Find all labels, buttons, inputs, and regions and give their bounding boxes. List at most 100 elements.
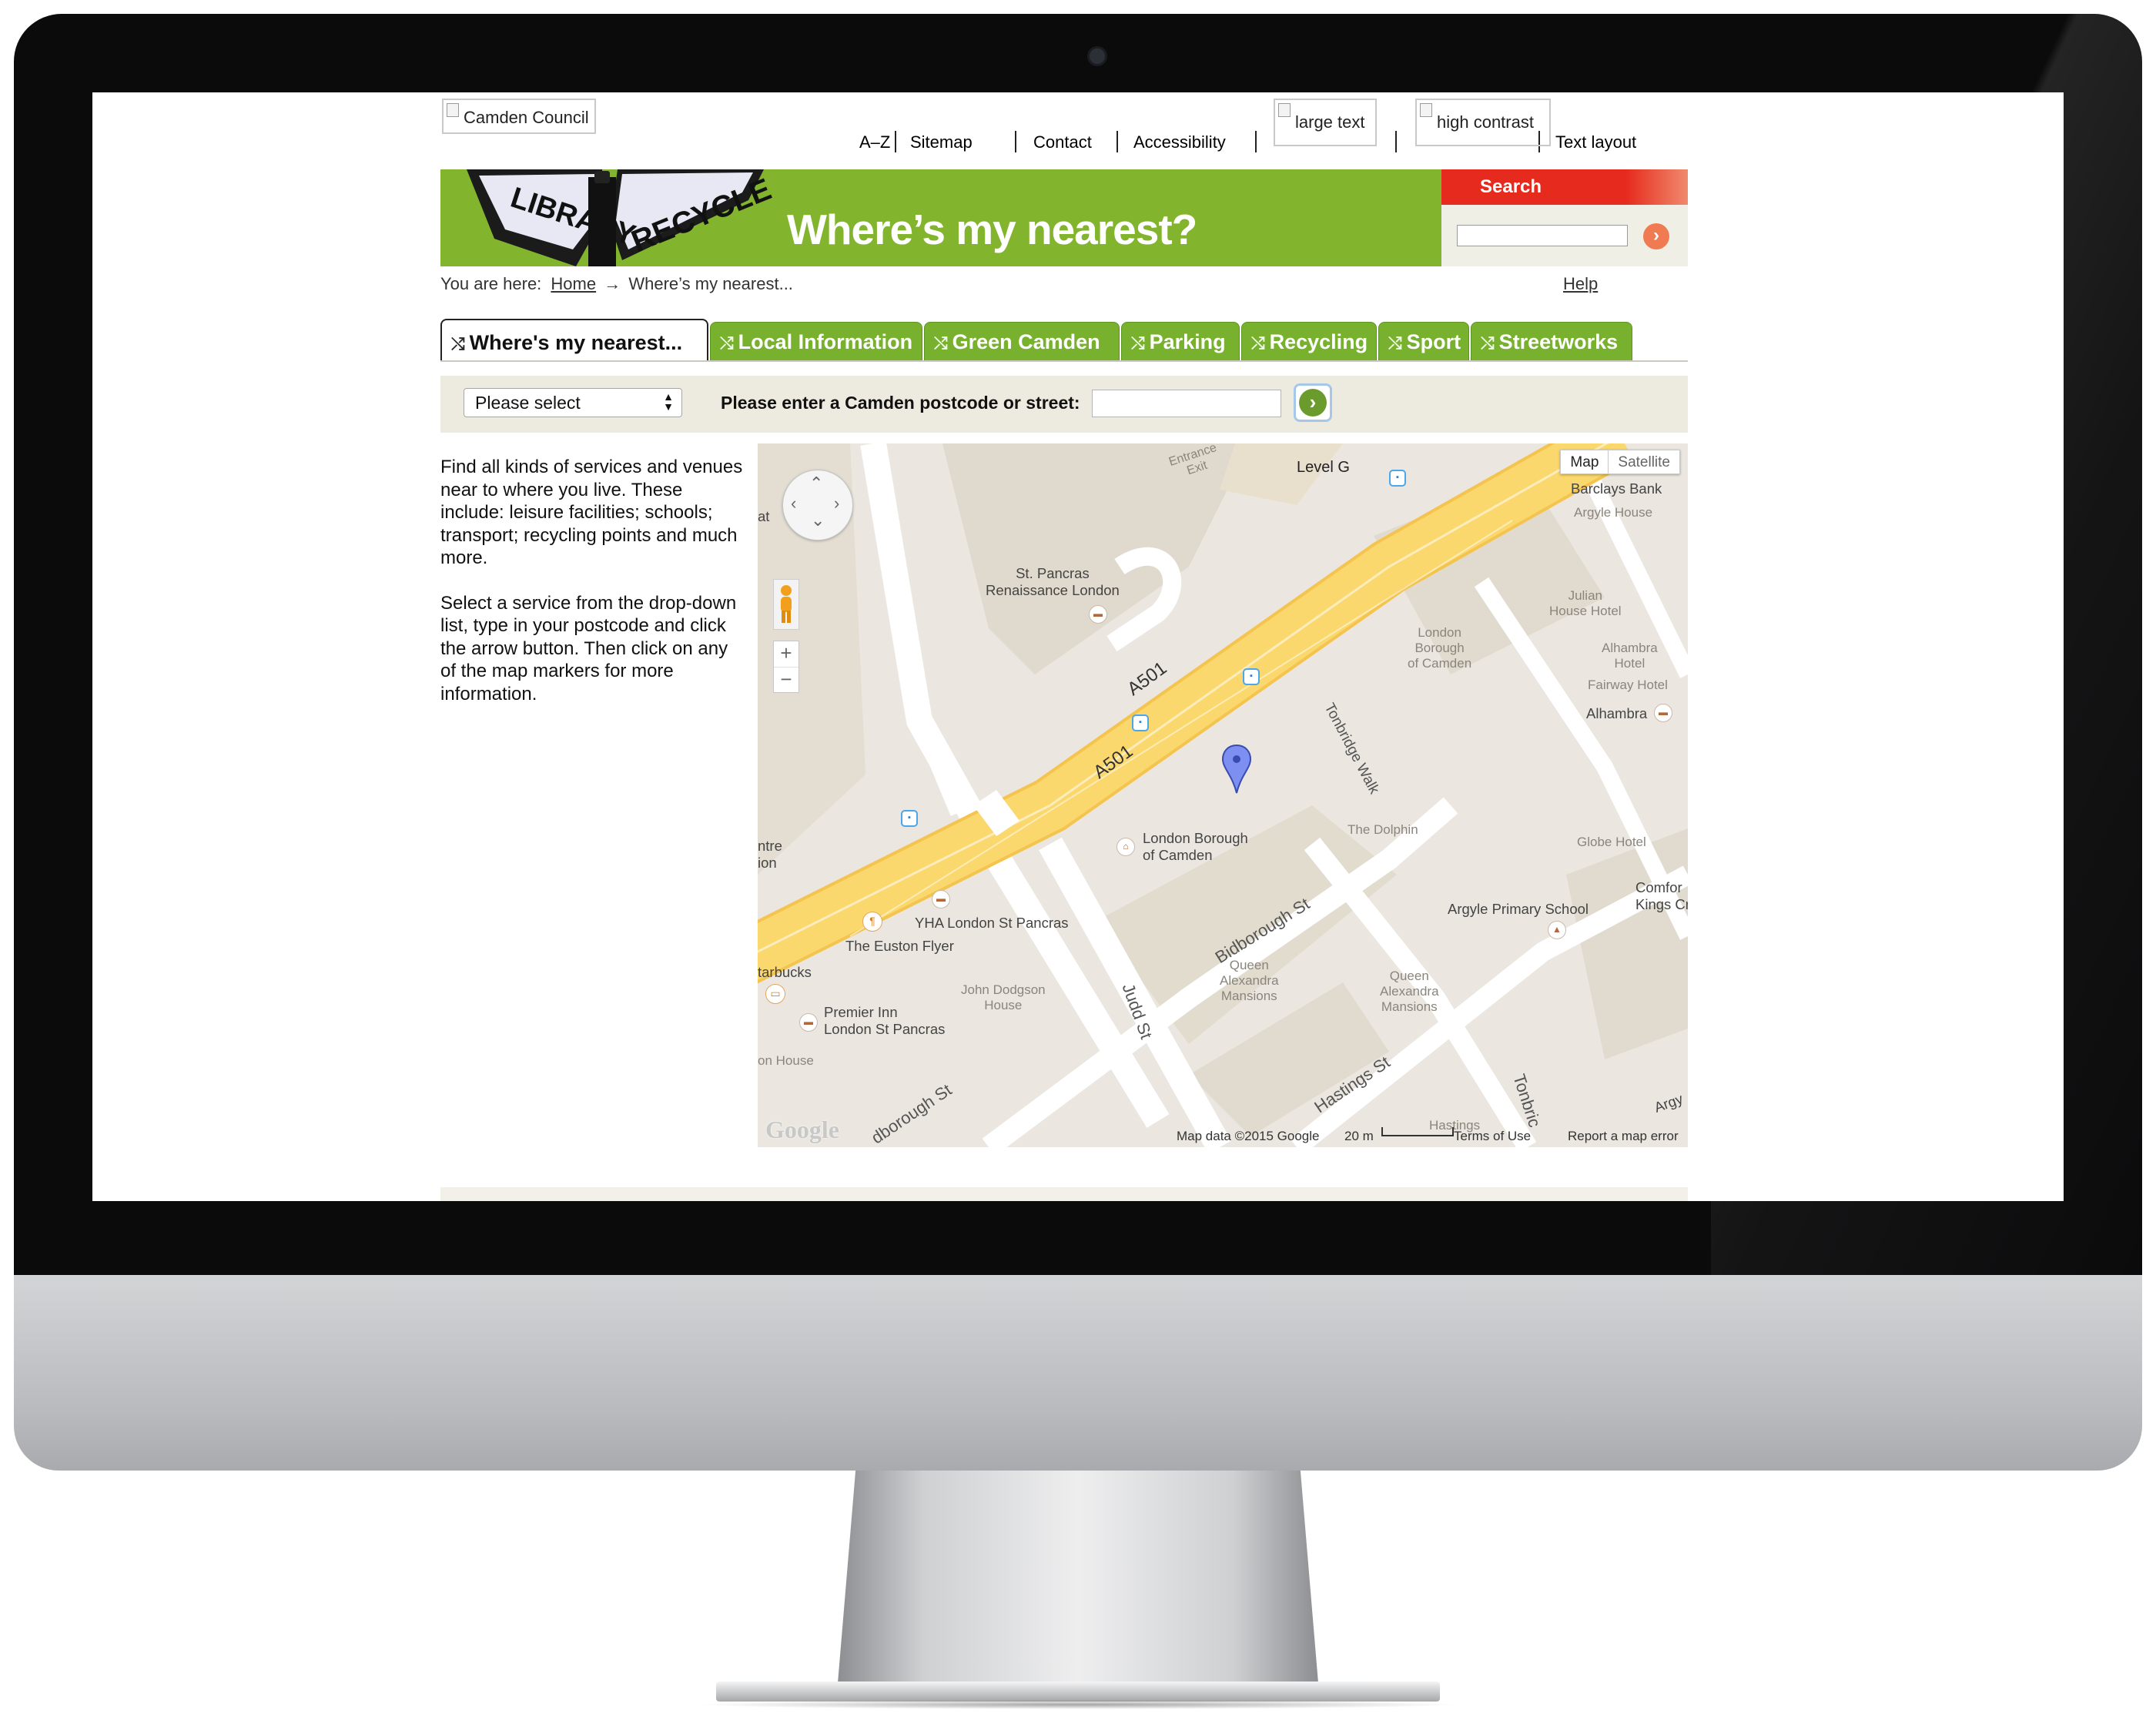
hostel-icon: ▬ (932, 890, 950, 909)
map-label-premier-inn: Premier Inn London St Pancras (824, 1004, 946, 1037)
broken-image-icon (1278, 103, 1291, 117)
tab-wheres-my-nearest[interactable]: ⤭ Where's my nearest... (440, 319, 708, 362)
postcode-label: Please enter a Camden postcode or street… (721, 393, 1080, 413)
map-label-julian-house-hotel: Julian House Hotel (1549, 588, 1622, 618)
google-map[interactable]: Entrance Exit Level G ▪ Barclays Bank Ar… (758, 443, 1688, 1147)
nav-separator (895, 131, 896, 152)
broken-image-icon (1420, 103, 1432, 117)
monitor-chin (14, 1275, 2142, 1471)
nav-contact-link[interactable]: Contact (1033, 132, 1092, 152)
zoom-out-button[interactable]: − (774, 668, 798, 693)
signpost-icon: ⤭ (934, 333, 948, 353)
nav-a-z-link[interactable]: A–Z (859, 132, 890, 152)
map-label-st-pancras-renaissance: St. Pancras Renaissance London (986, 565, 1120, 598)
pan-down-icon[interactable]: ⌄ (811, 510, 825, 530)
pan-right-icon[interactable]: › (834, 494, 839, 514)
finder-bar: Please select ▲ ▼ Please enter a Camden p… (440, 376, 1688, 433)
breadcrumb-home-link[interactable]: Home (551, 274, 596, 293)
street-view-pegman-icon[interactable] (773, 579, 799, 630)
map-label-euston-flyer: The Euston Flyer (845, 938, 954, 954)
signpost-illustration: LIBRARY RECYCLE (464, 169, 776, 266)
page-footer-band (440, 1187, 1688, 1201)
signpost-icon: ⤭ (1251, 333, 1265, 353)
tab-streetworks[interactable]: ⤭ Streetworks (1471, 322, 1632, 360)
high-contrast-button[interactable]: high contrast (1415, 99, 1551, 146)
camden-council-logo[interactable]: Camden Council (442, 99, 596, 134)
text-layout-link[interactable]: Text layout (1555, 132, 1636, 152)
report-map-error-link[interactable]: Report a map error (1568, 1129, 1679, 1144)
pan-left-icon[interactable]: ‹ (791, 494, 796, 514)
monitor-shadow (693, 1700, 1463, 1709)
help-link[interactable]: Help (1563, 274, 1598, 294)
signpost-icon: ⤭ (720, 333, 734, 353)
map-label-john-dodgson-house: John Dodgson House (961, 982, 1046, 1012)
breadcrumb-prefix: You are here: (440, 274, 542, 293)
pan-control[interactable]: ⌃ ⌄ ‹ › (782, 470, 853, 540)
search-input[interactable] (1457, 225, 1628, 246)
map-label-starbucks-fragment: tarbucks (758, 964, 812, 980)
signpost-icon: ⤭ (1481, 333, 1495, 353)
nav-separator (1395, 131, 1397, 152)
terms-of-use-link[interactable]: Terms of Use (1454, 1129, 1531, 1144)
town-hall-icon: ⌂ (1116, 838, 1135, 856)
map-label-level-g: Level G (1297, 459, 1350, 476)
page-banner: LIBRARY RECYCLE Where’s my nearest? (440, 169, 1540, 266)
map-label-alhambra: Alhambra (1586, 705, 1648, 721)
map-label-queen-alexandra-mansions-1: Queen Alexandra Mansions (1220, 958, 1279, 1003)
location-marker-icon[interactable] (1220, 744, 1254, 795)
map-type-satellite-button[interactable]: Satellite (1609, 450, 1680, 474)
tab-label: Sport (1406, 330, 1461, 353)
select-arrows-icon: ▲ ▼ (663, 390, 674, 413)
nav-sitemap-link[interactable]: Sitemap (910, 132, 973, 152)
map-data-credit: Map data ©2015 Google (1177, 1129, 1320, 1143)
map-type-control: Map Satellite (1560, 450, 1680, 474)
tab-parking[interactable]: ⤭ Parking (1121, 322, 1240, 360)
tab-green-camden[interactable]: ⤭ Green Camden (924, 322, 1120, 360)
breadcrumb-current: Where’s my nearest... (628, 274, 793, 293)
chevron-right-icon: › (1299, 389, 1327, 417)
school-icon: ▲ (1548, 921, 1566, 939)
signpost-icon: ⤭ (1388, 333, 1402, 353)
bus-stop-icon: ▪ (1243, 668, 1260, 685)
map-type-map-button[interactable]: Map (1560, 450, 1609, 474)
page-title: Where’s my nearest? (787, 206, 1197, 253)
tab-label: Parking (1149, 330, 1226, 353)
nav-accessibility-link[interactable]: Accessibility (1133, 132, 1226, 152)
tab-local-information[interactable]: ⤭ Local Information (710, 322, 922, 360)
pan-up-icon[interactable]: ⌃ (809, 474, 823, 494)
map-scale-bar (1381, 1127, 1454, 1136)
high-contrast-alt: high contrast (1437, 112, 1534, 132)
tab-label: Streetworks (1498, 330, 1619, 353)
section-tabs: ⤭ Where's my nearest... ⤭ Local Informatio… (440, 319, 1688, 362)
search-go-button[interactable]: › (1643, 223, 1669, 249)
tab-recycling[interactable]: ⤭ Recycling (1241, 322, 1377, 360)
hotel-icon: ▬ (799, 1013, 818, 1032)
postcode-input[interactable] (1092, 390, 1281, 417)
tab-label: Green Camden (952, 330, 1100, 353)
service-select-value: Please select (475, 393, 581, 413)
map-tiles (758, 443, 1688, 1147)
tab-label: Where's my nearest... (469, 331, 683, 354)
map-label-argyle-house: Argyle House (1574, 505, 1653, 520)
camden-page: Camden Council A–Z Sitemap Contact Acces… (440, 92, 1688, 1201)
bus-stop-icon: ▪ (1389, 470, 1406, 487)
cafe-icon: ▭ (765, 984, 785, 1004)
breadcrumb: You are here: Home → Where’s my nearest.… (440, 274, 793, 294)
camera-icon (1087, 46, 1107, 66)
tabs-divider (440, 360, 1688, 362)
postcode-go-button[interactable]: › (1294, 383, 1332, 422)
map-label-london-borough-gray: London Borough of Camden (1408, 625, 1472, 671)
map-label-fragment-at: at (758, 508, 770, 524)
tab-sport[interactable]: ⤭ Sport (1378, 322, 1469, 360)
map-label-fragment-on-house: on House (758, 1053, 814, 1068)
large-text-button[interactable]: large text (1274, 99, 1377, 146)
zoom-control: + − (773, 641, 799, 693)
chevron-right-icon: › (1653, 225, 1659, 246)
map-label-queen-alexandra-mansions-2: Queen Alexandra Mansions (1380, 969, 1439, 1014)
zoom-in-button[interactable]: + (774, 641, 798, 668)
map-label-fragment-centre: ntre ion (758, 838, 782, 871)
intro-paragraph: Find all kinds of services and venues ne… (440, 457, 743, 568)
search-label: Search (1441, 169, 1688, 205)
service-select[interactable]: Please select ▲ ▼ (464, 388, 682, 417)
map-label-globe-hotel: Globe Hotel (1577, 835, 1646, 849)
